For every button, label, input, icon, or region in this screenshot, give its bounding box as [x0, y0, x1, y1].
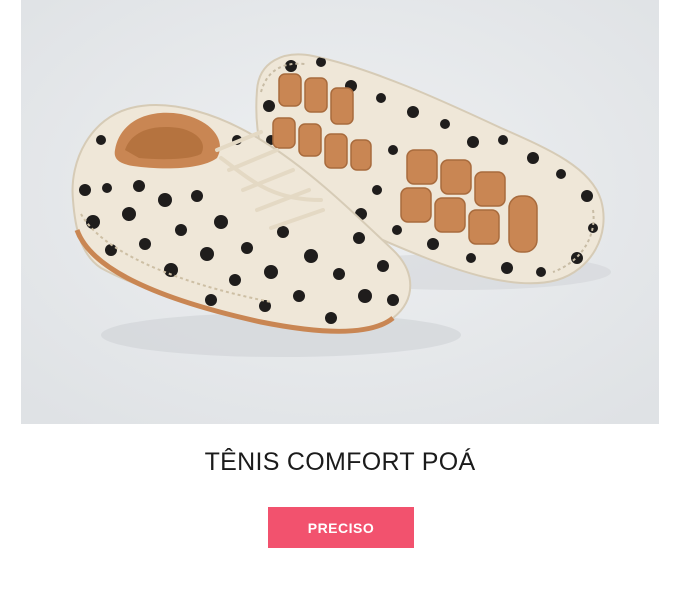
polka-dot-sneakers-photo — [21, 0, 659, 424]
product-title: TÊNIS COMFORT POÁ — [204, 448, 476, 476]
preciso-button[interactable]: PRECISO — [268, 507, 414, 548]
product-image[interactable] — [21, 0, 659, 424]
